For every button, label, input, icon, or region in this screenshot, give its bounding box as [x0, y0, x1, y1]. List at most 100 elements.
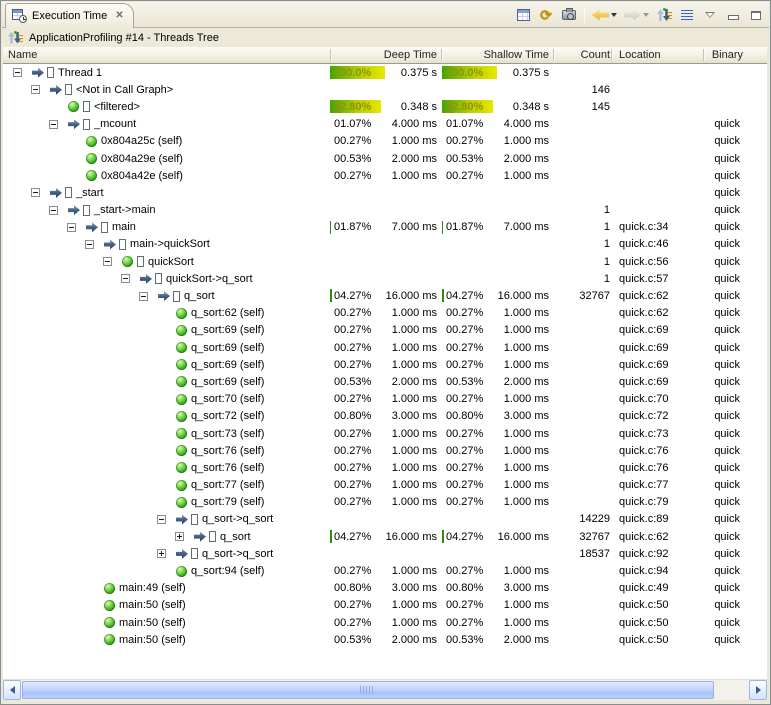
column-separator[interactable] — [703, 49, 704, 61]
tree-row[interactable]: q_sort04.27%16.000 ms04.27%16.000 ms3276… — [3, 528, 767, 545]
node-label: quickSort->q_sort — [166, 273, 253, 285]
maximize-view-icon[interactable] — [748, 6, 764, 24]
time-value: 1.000 ms — [475, 442, 549, 459]
collapse-icon[interactable] — [49, 120, 58, 129]
tree-row[interactable]: q_sort:79 (self)00.27%1.000 ms00.27%1.00… — [3, 494, 767, 511]
tab-execution-time[interactable]: Execution Time ✕ — [5, 3, 134, 28]
cell-binary: quick — [665, 184, 740, 201]
tree-row[interactable]: 0x804a29e (self)00.53%2.000 ms00.53%2.00… — [3, 150, 767, 167]
tree-row[interactable]: q_sort:94 (self)00.27%1.000 ms00.27%1.00… — [3, 562, 767, 579]
column-separator[interactable] — [441, 49, 442, 61]
close-icon[interactable]: ✕ — [112, 11, 123, 21]
time-value: 1.000 ms — [363, 305, 437, 322]
percent-bar — [442, 530, 444, 543]
tree-row[interactable]: 0x804a42e (self)00.27%1.000 ms00.27%1.00… — [3, 167, 767, 184]
tree-row[interactable]: quickSort1quick.c:56quick — [3, 253, 767, 270]
profile-title-bar: ApplicationProfiling #14 - Threads Tree — [2, 28, 769, 47]
tree-row[interactable]: Thread 1100.0%0.375 s100.0%0.375 s — [3, 64, 767, 81]
collapse-icon[interactable] — [157, 515, 166, 524]
time-value: 1.000 ms — [363, 614, 437, 631]
tree-row[interactable]: q_sort->q_sort14229quick.c:89quick — [3, 511, 767, 528]
collapse-icon[interactable] — [31, 188, 40, 197]
tree-row[interactable]: 0x804a25c (self)00.27%1.000 ms00.27%1.00… — [3, 133, 767, 150]
tree-row[interactable]: main:50 (self)00.53%2.000 ms00.53%2.000 … — [3, 631, 767, 648]
node-label: main->quickSort — [130, 238, 210, 250]
expander-slot — [157, 442, 176, 459]
back-icon[interactable] — [592, 6, 617, 24]
tree-row[interactable]: main:49 (self)00.80%3.000 ms00.80%3.000 … — [3, 580, 767, 597]
node-label: 0x804a25c (self) — [101, 135, 182, 147]
tree-row[interactable]: q_sort:76 (self)00.27%1.000 ms00.27%1.00… — [3, 459, 767, 476]
method-sphere-icon — [176, 411, 187, 422]
method-sphere-icon — [176, 325, 187, 336]
column-separator[interactable] — [553, 49, 554, 61]
scroll-left-button[interactable] — [3, 680, 21, 700]
view-menu-icon[interactable] — [702, 6, 718, 24]
collapse-icon[interactable] — [103, 257, 112, 266]
collapse-icon[interactable] — [31, 85, 40, 94]
tree-row[interactable]: _startquick — [3, 184, 767, 201]
tree-row[interactable]: q_sort:76 (self)00.27%1.000 ms00.27%1.00… — [3, 442, 767, 459]
tree-row[interactable]: main:50 (self)00.27%1.000 ms00.27%1.000 … — [3, 614, 767, 631]
threads-tree-icon[interactable] — [656, 6, 672, 24]
tree-row[interactable]: q_sort:72 (self)00.80%3.000 ms00.80%3.00… — [3, 408, 767, 425]
cell-count: 14229 — [531, 511, 610, 528]
tree-row[interactable]: q_sort:69 (self)00.53%2.000 ms00.53%2.00… — [3, 373, 767, 390]
tree-row[interactable]: main01.87%7.000 ms01.87%7.000 ms1quick.c… — [3, 219, 767, 236]
collapse-icon[interactable] — [85, 240, 94, 249]
expand-icon[interactable] — [175, 532, 184, 541]
tree-row[interactable]: q_sort:70 (self)00.27%1.000 ms00.27%1.00… — [3, 391, 767, 408]
collapse-icon[interactable] — [49, 206, 58, 215]
tree-row[interactable]: <Not in Call Graph>146 — [3, 81, 767, 98]
collapse-icon[interactable] — [67, 223, 76, 232]
column-separator[interactable] — [611, 49, 612, 61]
tree-row[interactable]: q_sort:62 (self)00.27%1.000 ms00.27%1.00… — [3, 305, 767, 322]
node-label: 0x804a29e (self) — [101, 153, 183, 165]
tree-row[interactable]: _start->main1quick — [3, 202, 767, 219]
scroll-right-button[interactable] — [749, 680, 767, 700]
tree-row[interactable]: main->quickSort1quick.c:46quick — [3, 236, 767, 253]
col-header-location[interactable]: Location — [619, 47, 661, 63]
tree-row[interactable]: _mcount01.07%4.000 ms01.07%4.000 msquick — [3, 116, 767, 133]
table-chart-icon[interactable] — [515, 6, 531, 24]
scrollbar-thumb[interactable] — [22, 681, 714, 699]
time-value: 1.000 ms — [475, 391, 549, 408]
scrollbar-track[interactable] — [21, 680, 749, 700]
tree-row[interactable]: q_sort:73 (self)00.27%1.000 ms00.27%1.00… — [3, 425, 767, 442]
col-header-deep-time[interactable]: Deep Time — [337, 47, 437, 63]
indent-spacer — [3, 519, 157, 520]
node-label: q_sort:79 (self) — [191, 496, 264, 508]
time-value: 16.000 ms — [363, 528, 437, 545]
horizontal-scrollbar[interactable] — [3, 679, 767, 700]
cell-binary: quick — [665, 305, 740, 322]
collapse-icon[interactable] — [13, 68, 22, 77]
col-header-binary[interactable]: Binary — [665, 47, 743, 63]
element-box-icon — [191, 548, 198, 559]
tree-row[interactable]: q_sort:69 (self)00.27%1.000 ms00.27%1.00… — [3, 322, 767, 339]
cell-binary: quick — [665, 133, 740, 150]
tree-row[interactable]: q_sort04.27%16.000 ms04.27%16.000 ms3276… — [3, 287, 767, 304]
snapshot-camera-icon[interactable] — [561, 6, 577, 24]
tree-row[interactable]: quickSort->q_sort1quick.c:57quick — [3, 270, 767, 287]
cell-binary: quick — [665, 253, 740, 270]
refresh-icon[interactable]: ⟳ — [538, 6, 554, 24]
node-label: q_sort:72 (self) — [191, 410, 264, 422]
tree-row[interactable]: <filtered>92.80%0.348 s92.80%0.348 s145 — [3, 98, 767, 115]
minimize-view-icon[interactable] — [725, 6, 741, 24]
tree-row[interactable]: q_sort:77 (self)00.27%1.000 ms00.27%1.00… — [3, 477, 767, 494]
tree-row[interactable]: q_sort:69 (self)00.27%1.000 ms00.27%1.00… — [3, 339, 767, 356]
expander-slot — [175, 528, 194, 545]
time-value: 1.000 ms — [363, 167, 437, 184]
collapse-icon[interactable] — [139, 292, 148, 301]
indent-spacer — [3, 485, 157, 486]
col-header-count[interactable]: Count — [531, 47, 610, 63]
expand-icon[interactable] — [157, 549, 166, 558]
collapse-icon[interactable] — [121, 274, 130, 283]
tree-row[interactable]: q_sort->q_sort18537quick.c:92quick — [3, 545, 767, 562]
tree-row[interactable]: q_sort:69 (self)00.27%1.000 ms00.27%1.00… — [3, 356, 767, 373]
list-view-icon[interactable] — [679, 6, 695, 24]
tree-row[interactable]: main:50 (self)00.27%1.000 ms00.27%1.000 … — [3, 597, 767, 614]
col-header-name[interactable]: Name — [8, 47, 37, 63]
column-separator[interactable] — [330, 49, 331, 61]
forward-icon[interactable] — [624, 6, 649, 24]
